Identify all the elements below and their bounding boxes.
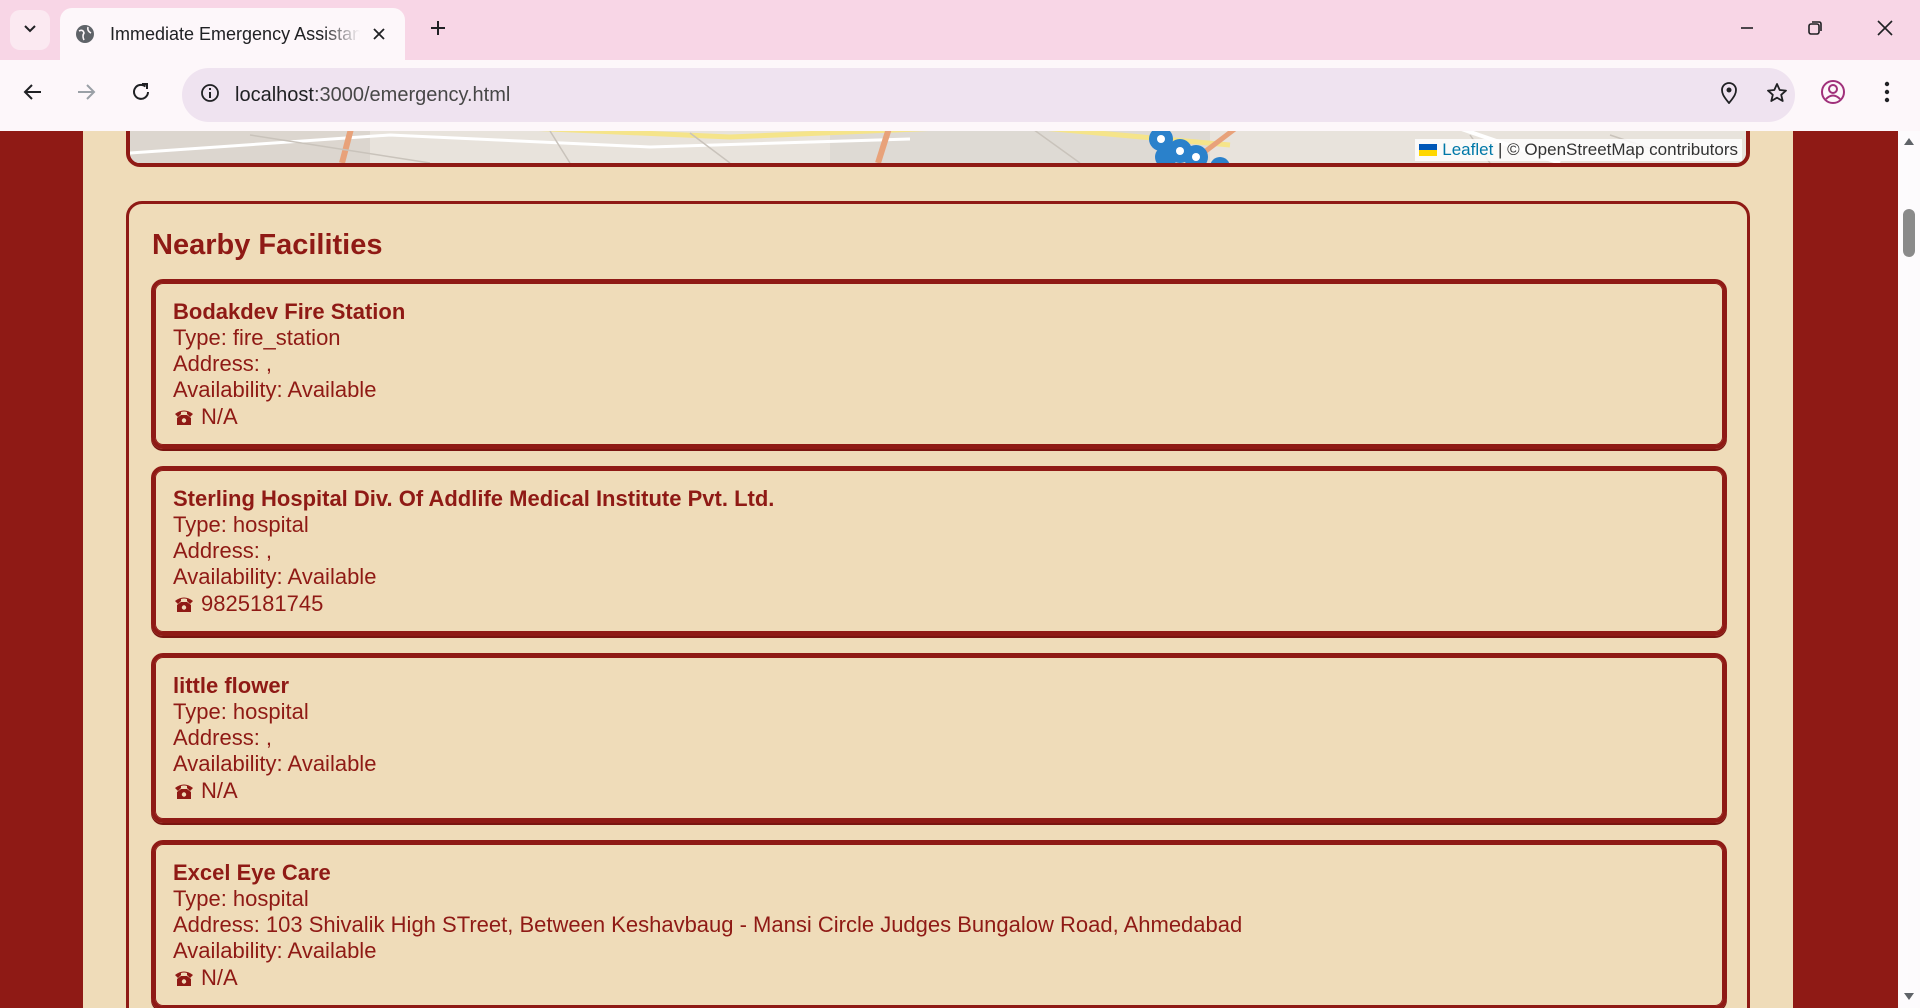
facility-phone: N/A [173, 964, 1723, 992]
tab-search-button[interactable] [10, 10, 50, 50]
phone-number: N/A [201, 778, 238, 803]
new-tab-button[interactable] [420, 12, 456, 48]
facility-card: Sterling Hospital Div. Of Addlife Medica… [151, 466, 1727, 636]
url-host: localhost [235, 84, 314, 106]
close-window-button[interactable] [1860, 10, 1910, 50]
facility-type: Type: hospital [173, 699, 309, 724]
phone-icon [173, 780, 195, 802]
chevron-down-icon [22, 20, 38, 41]
url-path: :3000/emergency.html [313, 84, 511, 106]
browser-tab-bar: Immediate Emergency Assistance [0, 0, 1920, 60]
phone-number: N/A [201, 404, 238, 429]
url-text: localhost:3000/emergency.html [235, 84, 510, 107]
phone-icon [173, 406, 195, 428]
plus-icon [429, 19, 447, 42]
tab-title: Immediate Emergency Assistance [110, 23, 360, 44]
restore-icon [1807, 20, 1823, 41]
facility-name: Sterling Hospital Div. Of Addlife Medica… [173, 486, 775, 511]
map[interactable]: Leaflet | © OpenStreetMap contributors [126, 131, 1750, 167]
facility-phone: 9825181745 [173, 590, 1723, 618]
facility-type: Type: fire_station [173, 325, 341, 350]
phone-icon [173, 967, 195, 989]
facility-address: Address: , [173, 538, 273, 563]
facility-name: Bodakdev Fire Station [173, 299, 406, 324]
arrow-left-icon [22, 81, 44, 108]
back-button[interactable] [13, 74, 53, 114]
attribution-text: | © OpenStreetMap contributors [1498, 140, 1738, 159]
scroll-down-arrow[interactable] [1903, 991, 1915, 1003]
scroll-up-arrow[interactable] [1903, 135, 1915, 147]
more-vert-icon [1884, 81, 1890, 108]
map-attribution: Leaflet | © OpenStreetMap contributors [1415, 139, 1742, 161]
star-icon [1766, 82, 1788, 109]
facility-phone: N/A [173, 777, 1723, 805]
close-icon [1876, 19, 1894, 42]
facility-type: Type: hospital [173, 886, 309, 911]
site-info-button[interactable] [192, 77, 228, 113]
browser-tab[interactable]: Immediate Emergency Assistance [60, 8, 405, 60]
facility-name: little flower [173, 673, 290, 698]
facility-availability: Availability: Available [173, 751, 377, 776]
location-pin-icon [1719, 81, 1739, 109]
nearby-facilities-panel: Nearby Facilities Bodakdev Fire Station … [126, 201, 1750, 1008]
profile-icon [1820, 79, 1846, 110]
profile-button[interactable] [1813, 74, 1853, 114]
minimize-icon [1739, 20, 1755, 41]
facility-card: Bodakdev Fire Station Type: fire_station… [151, 279, 1727, 449]
address-bar[interactable]: localhost:3000/emergency.html [182, 68, 1795, 122]
facility-card: Excel Eye Care Type: hospital Address: 1… [151, 840, 1727, 1008]
info-icon [200, 83, 220, 108]
minimize-button[interactable] [1722, 10, 1772, 50]
close-tab-icon[interactable] [367, 22, 391, 46]
location-button[interactable] [1712, 78, 1746, 112]
globe-icon [74, 23, 96, 45]
restore-button[interactable] [1790, 10, 1840, 50]
page-scrollbar[interactable] [1898, 131, 1920, 1008]
phone-icon [173, 593, 195, 615]
section-title: Nearby Facilities [152, 229, 383, 261]
phone-number: N/A [201, 965, 238, 990]
reload-icon [130, 81, 152, 108]
forward-button[interactable] [66, 74, 106, 114]
facility-availability: Availability: Available [173, 377, 377, 402]
leaflet-link[interactable]: Leaflet [1442, 139, 1493, 161]
page-viewport: Leaflet | © OpenStreetMap contributors N… [0, 131, 1898, 1008]
menu-button[interactable] [1867, 74, 1907, 114]
facility-card: little flower Type: hospital Address: , … [151, 653, 1727, 823]
bookmark-button[interactable] [1760, 78, 1794, 112]
facility-availability: Availability: Available [173, 938, 377, 963]
content-column: Leaflet | © OpenStreetMap contributors N… [83, 131, 1793, 1008]
arrow-right-icon [75, 81, 97, 108]
facility-availability: Availability: Available [173, 564, 377, 589]
facility-address: Address: , [173, 351, 273, 376]
ukraine-flag-icon [1419, 144, 1438, 156]
scroll-thumb[interactable] [1903, 209, 1915, 257]
facility-address: Address: 103 Shivalik High STreet, Betwe… [173, 912, 1243, 937]
facility-name: Excel Eye Care [173, 860, 331, 885]
reload-button[interactable] [121, 74, 161, 114]
phone-number: 9825181745 [201, 591, 324, 616]
facility-address: Address: , [173, 725, 273, 750]
facility-phone: N/A [173, 403, 1723, 431]
browser-toolbar: localhost:3000/emergency.html [0, 60, 1920, 131]
facility-type: Type: hospital [173, 512, 309, 537]
